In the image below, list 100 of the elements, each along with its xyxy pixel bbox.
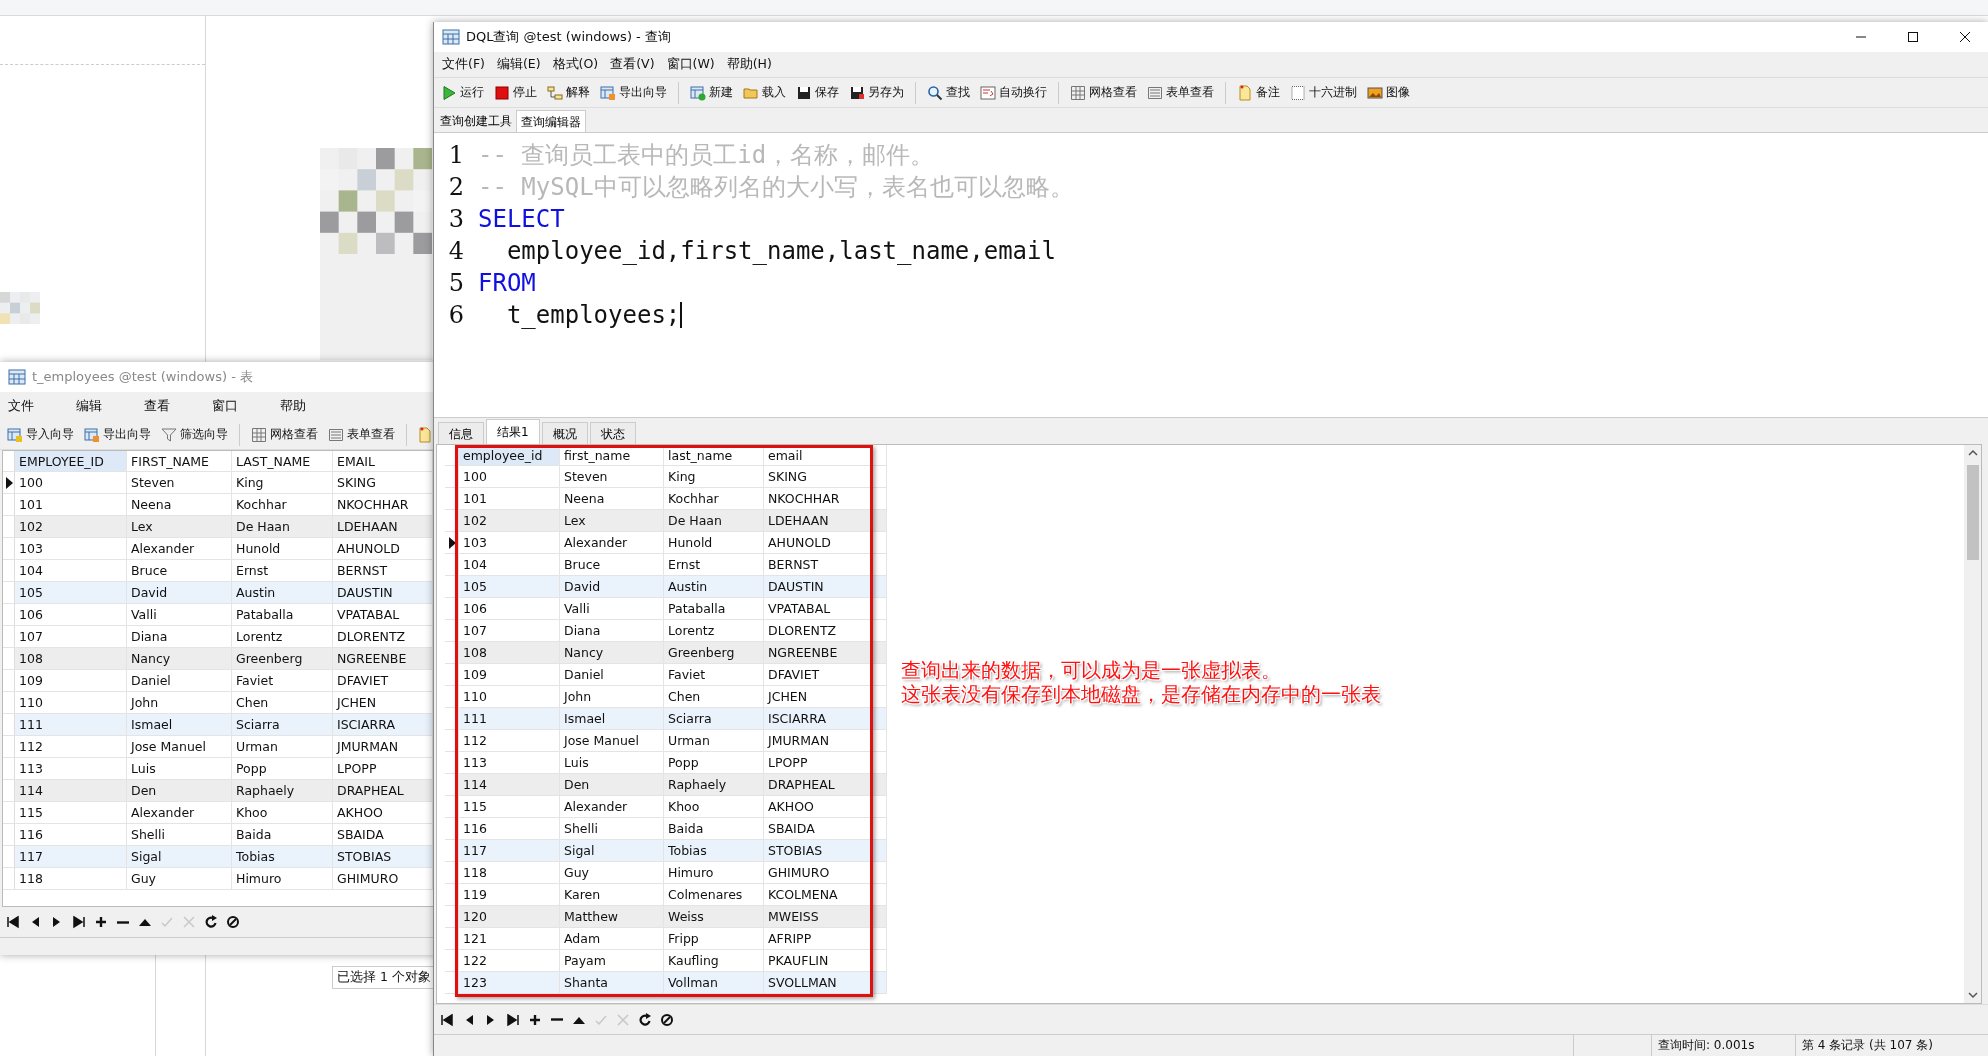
table-row[interactable]: 100 Steven King SKING — [445, 466, 887, 488]
table-cell: Matthew — [560, 906, 664, 927]
table-row[interactable]: 106 Valli Pataballa VPATABAL — [3, 604, 433, 626]
cancel-circle-icon — [659, 1011, 675, 1028]
table-row[interactable]: 106 Valli Pataballa VPATABAL — [445, 598, 887, 620]
toolbar-button[interactable]: 自动换行 — [977, 82, 1050, 103]
toolbar-button[interactable]: 筛选向导 — [158, 424, 231, 445]
tab[interactable]: 信息 — [438, 422, 484, 444]
menu-item[interactable]: 帮助(H) — [724, 54, 774, 75]
toolbar-button[interactable]: 载入 — [740, 82, 789, 103]
code-editor[interactable]: 1 -- 查询员工表中的员工id，名称，邮件。 2 -- MySQL中可以忽略列名的大小写，表名也可以忽略。 3 SELECT 4 employee_id,first_name,last_name,email 5 FROM 6 t_employees; — [434, 132, 1988, 418]
table-row[interactable]: 102 Lex De Haan LDEHAAN — [445, 510, 887, 532]
toolbar-button[interactable]: 表单查看 — [1144, 82, 1217, 103]
column-header[interactable]: EMPLOYEE_ID — [15, 451, 127, 471]
table-row[interactable]: 118 Guy Himuro GHIMURO — [3, 868, 433, 890]
menu-item[interactable]: 文件(F) — [440, 54, 487, 75]
table-cell: Bruce — [127, 560, 232, 581]
table-row[interactable]: 105 David Austin DAUSTIN — [445, 576, 887, 598]
menu-item[interactable]: 查看(V) — [608, 54, 657, 75]
table-row[interactable]: 117 Sigal Tobias STOBIAS — [445, 840, 887, 862]
scrollbar-thumb[interactable] — [1966, 465, 1979, 560]
toolbar-button[interactable]: 图像 — [1364, 82, 1413, 103]
table-cell: 117 — [459, 840, 560, 861]
toolbar-button[interactable]: 导出向导 — [597, 82, 670, 103]
tab[interactable]: 状态 — [589, 422, 636, 444]
table-row[interactable]: 120 Matthew Weiss MWEISS — [445, 906, 887, 928]
toolbar-button[interactable]: 网格查看 — [247, 424, 321, 445]
table-row[interactable]: 111 Ismael Sciarra ISCIARRA — [3, 714, 433, 736]
toolbar-button[interactable]: 导入向导 — [4, 424, 77, 445]
table-cell: 123 — [459, 972, 560, 993]
tab[interactable]: 结果1 — [486, 419, 540, 444]
scrollbar[interactable] — [1964, 445, 1981, 1003]
toolbar-button[interactable]: 备注 — [1234, 82, 1283, 103]
table-row[interactable]: 108 Nancy Greenberg NGREENBE — [445, 642, 887, 664]
tab[interactable]: 概况 — [541, 422, 588, 444]
tab[interactable]: 查询编辑器 — [516, 110, 586, 132]
table-row[interactable]: 109 Daniel Faviet DFAVIET — [445, 664, 887, 686]
scroll-up-icon[interactable] — [1967, 449, 1978, 457]
nav-button[interactable] — [70, 913, 88, 931]
table-cell: Khoo — [232, 802, 333, 823]
menu-item[interactable]: 文件 — [6, 395, 36, 417]
table-cell: 115 — [15, 802, 127, 823]
table-row[interactable]: 115 Alexander Khoo AKHOO — [3, 802, 433, 824]
table-row[interactable]: 111 Ismael Sciarra ISCIARRA — [445, 708, 887, 730]
table-row[interactable]: 103 Alexander Hunold AHUNOLD — [445, 532, 887, 554]
table-cell: NKOCHHAR — [764, 488, 887, 509]
nav-button[interactable] — [4, 913, 22, 931]
scroll-down-icon[interactable] — [1967, 991, 1978, 999]
table-row[interactable]: 118 Guy Himuro GHIMURO — [445, 862, 887, 884]
menu-item[interactable]: 编辑 — [74, 395, 104, 417]
menu-item[interactable]: 编辑(E) — [494, 54, 543, 75]
table-cell: ISCIARRA — [764, 708, 887, 729]
toolbar-button[interactable]: 表单查看 — [324, 424, 398, 445]
table-row[interactable]: 109 Daniel Faviet DFAVIET — [3, 670, 433, 692]
menu-item[interactable]: 窗口 — [210, 395, 240, 417]
toolbar-button[interactable]: 运行 — [438, 82, 487, 103]
table-cell: Nancy — [127, 648, 232, 669]
table-row[interactable]: 114 Den Raphaely DRAPHEAL — [3, 780, 433, 802]
table-cell: NGREENBE — [333, 648, 433, 669]
table-row[interactable]: 103 Alexander Hunold AHUNOLD — [3, 538, 433, 560]
toolbar-button[interactable]: 导出向导 — [81, 424, 154, 445]
form-icon — [327, 426, 344, 443]
table-row[interactable]: 123 Shanta Vollman SVOLLMAN — [445, 972, 887, 994]
table-icon — [442, 29, 460, 45]
table-cell: Luis — [127, 758, 232, 779]
toolbar-button[interactable]: 查找 — [924, 82, 973, 103]
table-row[interactable]: 112 Jose Manuel Urman JMURMAN — [3, 736, 433, 758]
table-row[interactable]: 102 Lex De Haan LDEHAAN — [3, 516, 433, 538]
menu-item[interactable]: 格式(O) — [550, 54, 601, 75]
table-cell: Pataballa — [664, 598, 764, 619]
toolbar-button[interactable]: 十六进制 — [1287, 82, 1360, 103]
toolbar-button[interactable]: 另存为 — [846, 82, 907, 103]
table-cell: Greenberg — [664, 642, 764, 663]
toolbar-button[interactable]: 解释 — [544, 82, 593, 103]
table-row[interactable]: 100 Steven King SKING — [3, 472, 433, 494]
table-row[interactable]: 112 Jose Manuel Urman JMURMAN — [445, 730, 887, 752]
toolbar-button[interactable]: 停止 — [491, 82, 540, 103]
table-cell: 118 — [459, 862, 560, 883]
table-cell: ISCIARRA — [333, 714, 433, 735]
table-cell: Kaufling — [664, 950, 764, 971]
table-row[interactable]: 121 Adam Fripp AFRIPP — [445, 928, 887, 950]
close-icon — [1959, 31, 1971, 43]
code-line: FROM — [478, 269, 536, 297]
save-icon — [796, 84, 812, 101]
table-cell: 119 — [459, 884, 560, 905]
table-row[interactable]: 114 Den Raphaely DRAPHEAL — [445, 774, 887, 796]
toolbar-button[interactable]: 网格查看 — [1067, 82, 1140, 103]
table-row[interactable]: 115 Alexander Khoo AKHOO — [445, 796, 887, 818]
tab[interactable]: 查询创建工具 — [436, 110, 516, 132]
menu-item[interactable]: 帮助 — [278, 395, 308, 417]
row-indicator-icon — [4, 476, 13, 489]
table-row[interactable]: 108 Nancy Greenberg NGREENBE — [3, 648, 433, 670]
toolbar-button[interactable]: 新建 — [687, 82, 736, 103]
toolbar-button[interactable]: 保存 — [793, 82, 842, 103]
nav-button[interactable] — [224, 913, 242, 931]
table-cell: Valli — [560, 598, 664, 619]
table-row[interactable]: 117 Sigal Tobias STOBIAS — [3, 846, 433, 868]
table-row[interactable]: 105 David Austin DAUSTIN — [3, 582, 433, 604]
menu-item[interactable]: 查看 — [142, 395, 172, 417]
menu-item[interactable]: 窗口(W) — [664, 54, 717, 75]
